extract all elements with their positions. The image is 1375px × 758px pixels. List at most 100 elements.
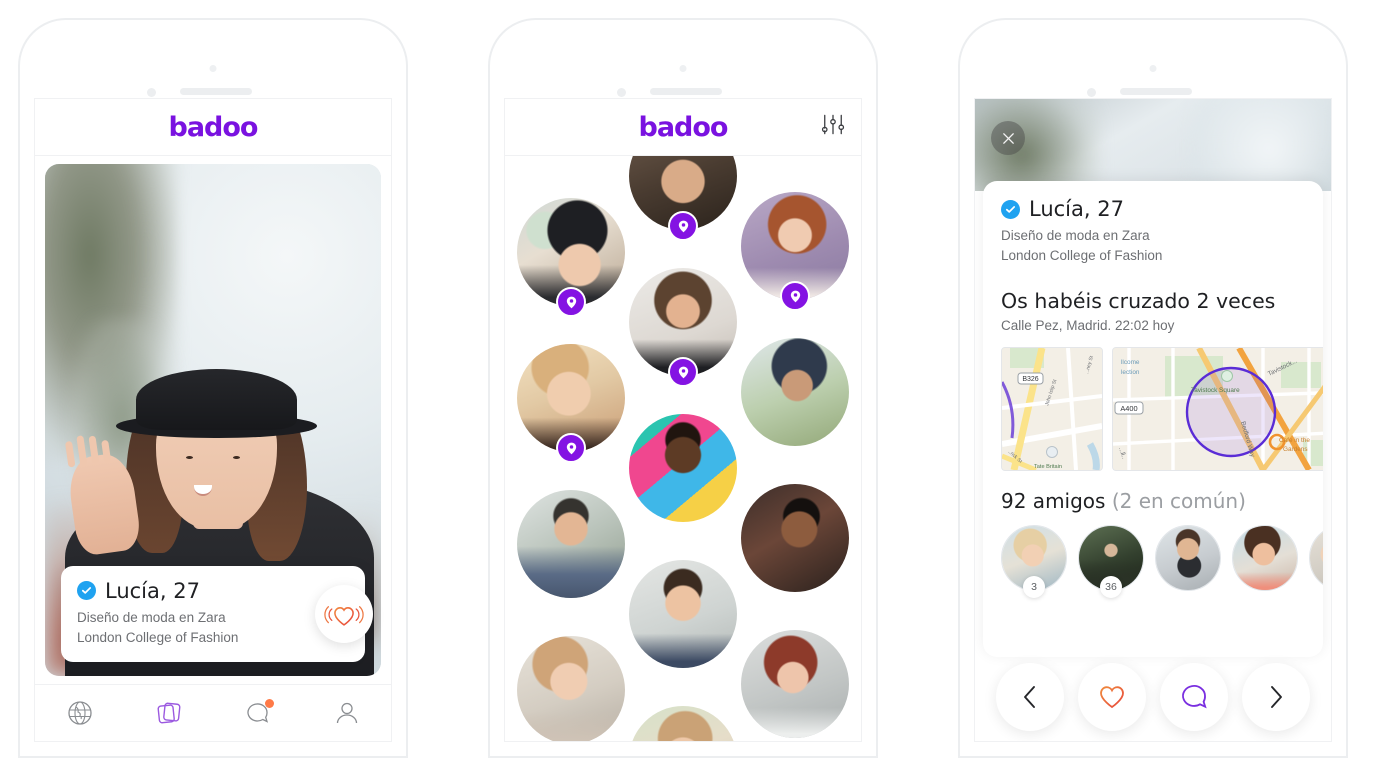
profile-name-row: Lucía, 27 [77, 579, 349, 603]
sidebar-item-profile[interactable] [324, 693, 370, 733]
speaker-bar [1120, 88, 1192, 95]
screenshot-stage: badoo Lucía, 27 Diseño de moda en Zara L… [0, 0, 1375, 758]
avatar [517, 636, 625, 741]
location-pin-badge [668, 211, 698, 241]
camera-dot [1149, 65, 1157, 72]
list-item[interactable] [1309, 524, 1323, 591]
list-item[interactable] [517, 490, 625, 598]
close-icon [1002, 132, 1014, 144]
crossing-maps: John Islip St ...ney St ..rick St Tate B… [1001, 346, 1323, 471]
like-heart-button[interactable] [315, 585, 373, 643]
friend-badge: 3 [1023, 575, 1045, 598]
avatar [1309, 524, 1323, 591]
camera-dot [679, 65, 687, 72]
verified-badge-icon [77, 581, 96, 600]
svg-text:B326: B326 [1022, 376, 1038, 383]
friends-count-heading: 92 amigos (2 en común) [1001, 489, 1305, 513]
list-item[interactable] [741, 484, 849, 592]
list-item[interactable] [517, 344, 625, 463]
sidebar-item-cards[interactable] [146, 693, 192, 733]
sidebar-item-chat[interactable] [235, 693, 281, 733]
badoo-logo: badoo [638, 111, 729, 143]
sensor-dot [147, 88, 156, 97]
crossing-subtitle: Calle Pez, Madrid. 22:02 hoy [1001, 317, 1175, 333]
list-item[interactable] [517, 636, 625, 741]
friends-in-common: (2 en común) [1111, 488, 1246, 513]
phone3-screen: Lucía, 27 Diseño de moda en Zara London … [974, 98, 1332, 742]
people-column-2 [629, 156, 741, 741]
phone-mockup-1: badoo Lucía, 27 Diseño de moda en Zara L… [18, 18, 408, 758]
profile-occupation: Diseño de moda en Zara [1001, 228, 1150, 243]
sensor-dot [617, 88, 626, 97]
like-button[interactable] [1078, 663, 1146, 731]
person-icon [336, 702, 357, 724]
bottom-tab-bar [35, 684, 391, 741]
profile-detail-sheet: Lucía, 27 Diseño de moda en Zara London … [983, 181, 1323, 657]
profile-name-row: Lucía, 27 [1001, 197, 1305, 221]
people-grid[interactable] [505, 156, 861, 741]
avatar [629, 706, 737, 741]
sensor-dot [1087, 88, 1096, 97]
list-item[interactable] [517, 198, 625, 317]
globe-icon [67, 701, 92, 725]
phone-mockup-3: Lucía, 27 Diseño de moda en Zara London … [958, 18, 1348, 758]
friends-list[interactable]: 3 36 [1001, 524, 1323, 598]
map-tate-britain[interactable]: John Islip St ...ney St ..rick St Tate B… [1001, 346, 1103, 471]
list-item[interactable] [629, 560, 737, 668]
chat-notification-badge [264, 699, 274, 708]
crossing-title: Os habéis cruzado 2 veces [1001, 288, 1276, 313]
profile-occupation: Diseño de moda en Zara [77, 609, 226, 625]
speaker-bar [650, 88, 722, 95]
list-item[interactable] [1232, 524, 1298, 591]
phone1-header: badoo [35, 99, 391, 156]
heart-pulse-icon [324, 606, 364, 626]
svg-text:Tavistock Square: Tavistock Square [1191, 387, 1240, 394]
verified-badge-icon [1001, 199, 1020, 219]
avatar [1155, 524, 1221, 591]
camera-dot [209, 65, 217, 72]
sliders-icon[interactable] [821, 114, 845, 141]
list-item[interactable]: 3 [1001, 524, 1067, 598]
location-pin-badge [556, 433, 586, 463]
profile-education: London College of Fashion [1001, 248, 1163, 264]
list-item[interactable]: 36 [1078, 524, 1144, 598]
list-item[interactable] [629, 414, 737, 522]
location-pin-badge [556, 287, 586, 317]
list-item[interactable] [741, 338, 849, 446]
chevron-right-icon [1271, 686, 1282, 708]
svg-text:Tate Britain: Tate Britain [1034, 464, 1062, 470]
profile-action-bar [975, 663, 1331, 731]
location-pin-badge [668, 357, 698, 387]
avatar [629, 414, 737, 522]
avatar [517, 490, 625, 598]
list-item[interactable] [629, 268, 737, 387]
previous-button[interactable] [996, 663, 1064, 731]
list-item[interactable] [741, 630, 849, 738]
avatar [1232, 524, 1298, 591]
close-button[interactable] [991, 121, 1025, 155]
friend-badge: 36 [1100, 575, 1122, 598]
list-item[interactable] [629, 156, 737, 241]
list-item[interactable] [629, 706, 737, 741]
badoo-logo: badoo [168, 111, 259, 143]
location-pin-badge [780, 281, 810, 311]
list-item[interactable] [1155, 524, 1221, 591]
svg-text:A400: A400 [1120, 404, 1137, 413]
map-tavistock-square[interactable]: Tavistock Square Cafe in the Gardens llc… [1112, 346, 1323, 471]
profile-hero-photo [975, 99, 1331, 191]
chat-button[interactable] [1160, 663, 1228, 731]
list-item[interactable] [741, 192, 849, 311]
cards-icon [157, 702, 180, 724]
svg-text:llcome: llcome [1121, 359, 1140, 366]
chevron-left-icon [1024, 686, 1035, 708]
phone2-header: badoo [505, 99, 861, 156]
profile-name: Lucía, 27 [1029, 197, 1124, 221]
speaker-bar [180, 88, 252, 95]
heart-icon [1100, 686, 1124, 709]
sidebar-item-encounters[interactable] [57, 693, 103, 733]
people-column-3 [741, 156, 853, 741]
next-button[interactable] [1242, 663, 1310, 731]
avatar [741, 484, 849, 592]
profile-education: London College of Fashion [77, 629, 239, 645]
avatar [629, 560, 737, 668]
